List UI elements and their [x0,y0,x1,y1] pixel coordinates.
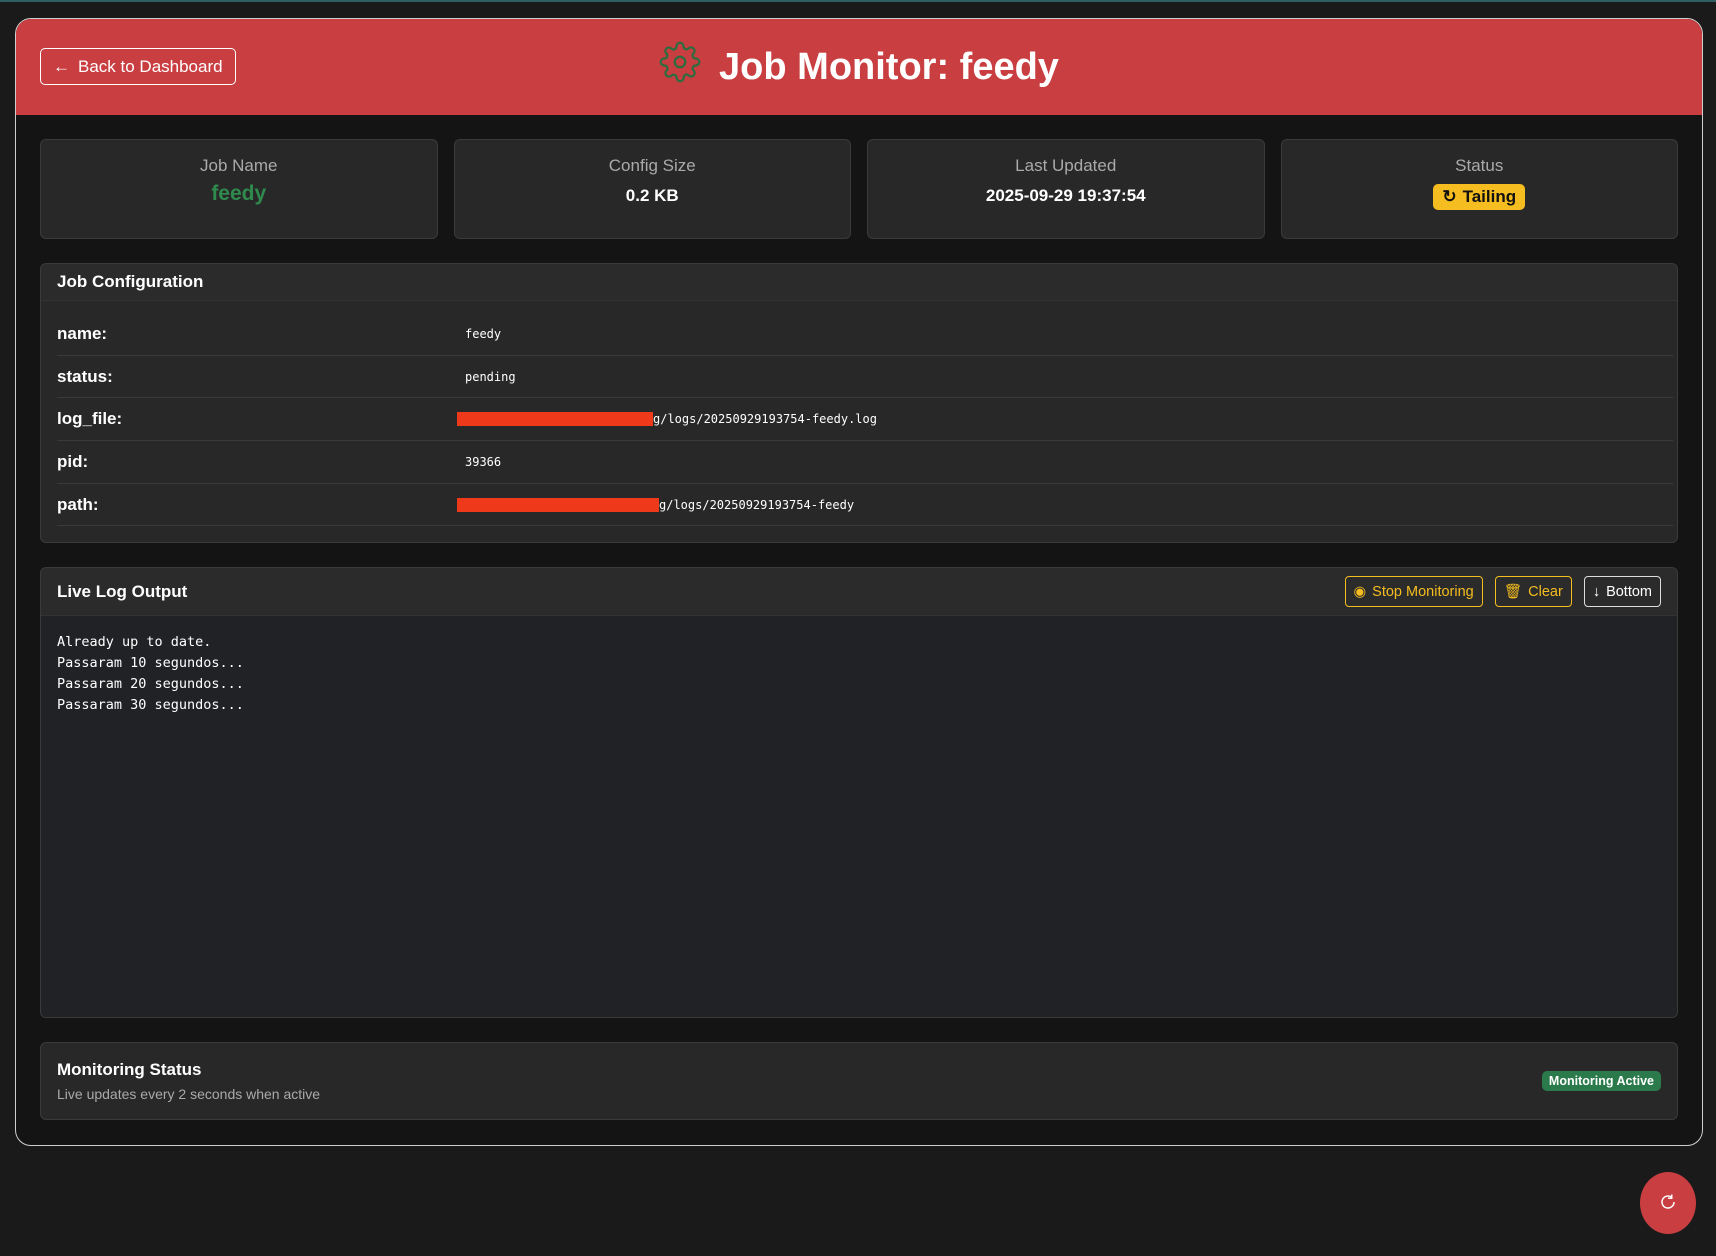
summary-cards: Job Name feedy Config Size 0.2 KB Last U… [40,139,1678,239]
job-name-value: feedy [211,182,267,205]
card-label: Last Updated [1015,156,1117,175]
back-to-dashboard-button[interactable]: ← Back to Dashboard [40,48,236,85]
config-value: pending [465,369,516,384]
button-label: Clear [1528,583,1563,600]
config-value: 39366 [465,454,502,469]
stop-monitoring-button[interactable]: ◉ Stop Monitoring [1344,576,1483,608]
page-title-text: Job Monitor: feedy [719,45,1059,88]
back-label: Back to Dashboard [78,56,223,76]
monitoring-subtitle: Live updates every 2 seconds when active [57,1086,321,1103]
monitoring-status-panel: Monitoring Status Live updates every 2 s… [40,1042,1678,1121]
log-line: Passaram 30 segundos... [57,697,244,714]
status-value: Tailing [1462,187,1517,206]
refresh-icon [1659,1193,1677,1214]
config-row: path: g/logs/20250929193754-feedy [57,484,1673,527]
redaction-bar [457,497,659,512]
config-key: pid: [57,451,89,471]
config-value: g/logs/20250929193754-feedy.log [653,412,877,427]
panel-title: Monitoring Status [57,1060,202,1080]
config-key: name: [57,323,108,343]
config-size-card: Config Size 0.2 KB [453,139,851,239]
config-row: log_file: g/logs/20250929193754-feedy.log [57,398,1673,442]
clear-button[interactable]: 🗑 Clear [1494,576,1572,608]
button-label: Stop Monitoring [1372,583,1474,600]
last-updated-value: 2025-09-29 19:37:54 [985,186,1146,205]
refresh-icon: ↻ [1442,187,1457,206]
job-name-card: Job Name feedy [40,139,438,239]
redaction-bar [457,412,653,427]
config-key: log_file: [57,409,123,429]
card-label: Config Size [608,156,696,175]
scroll-bottom-button[interactable]: ↓ Bottom [1583,576,1661,608]
log-line: Already up to date. [57,634,212,651]
last-updated-card: Last Updated 2025-09-29 19:37:54 [867,139,1265,239]
window-top-border [0,0,1716,2]
card-label: Job Name [200,156,278,175]
stop-circle-icon: ◉ [1353,583,1367,600]
status-badge: ↻ Tailing [1433,184,1526,210]
status-card: Status ↻ Tailing [1280,139,1678,239]
config-row: name: feedy [57,313,1673,356]
live-log-panel: Live Log Output ◉ Stop Monitoring 🗑 Clear … [40,567,1678,1019]
config-value: feedy [465,326,502,341]
config-size-value: 0.2 KB [625,186,679,205]
arrow-down-icon: ↓ [1592,583,1601,600]
job-monitor-window: Job Monitor: feedy ← Back to Dashboard J… [15,18,1703,1146]
config-value: g/logs/20250929193754-feedy [659,497,855,512]
config-row: status: pending [57,356,1673,399]
arrow-left-icon: ← [53,56,70,76]
panel-title: Job Configuration [41,264,1677,301]
log-line: Passaram 20 segundos... [57,676,244,693]
page-title: Job Monitor: feedy [16,19,1702,115]
refresh-fab-button[interactable] [1640,1172,1696,1234]
config-key: status: [57,366,113,386]
button-label: Bottom [1606,583,1652,600]
monitoring-active-badge: Monitoring Active [1541,1071,1661,1092]
gear-icon [659,41,701,93]
job-configuration-panel: Job Configuration name: feedy status: pend… [40,263,1678,544]
panel-title: Live Log Output [57,581,188,601]
log-output[interactable]: Already up to date. Passaram 10 segundos.… [41,616,1677,1018]
config-key: path: [57,494,99,514]
config-row: pid: 39366 [57,441,1673,484]
page-header: Job Monitor: feedy ← Back to Dashboard [16,19,1702,115]
trash-icon: 🗑 [1503,584,1523,601]
log-line: Passaram 10 segundos... [57,655,244,672]
card-label: Status [1455,156,1504,175]
